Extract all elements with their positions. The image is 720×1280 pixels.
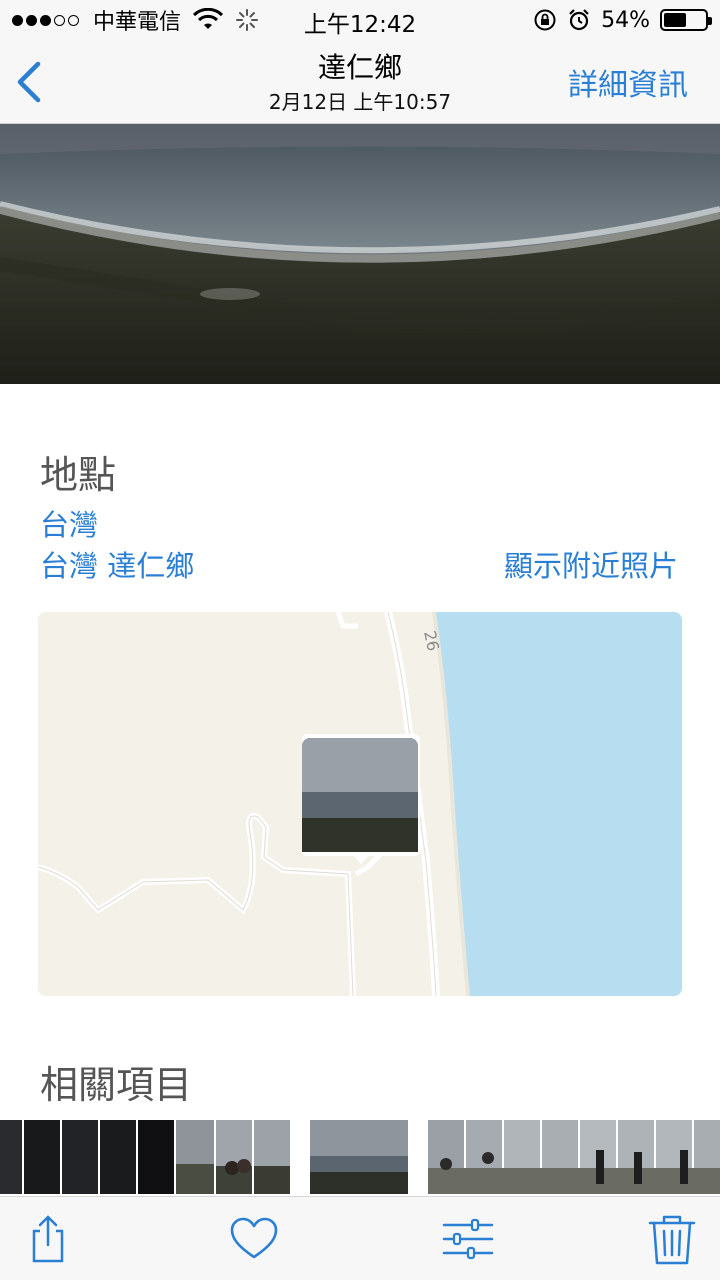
related-photos-strip[interactable] bbox=[0, 1120, 720, 1194]
photo-pin[interactable] bbox=[302, 734, 420, 864]
related-thumbnail-group-1 bbox=[0, 1120, 290, 1194]
status-bar: 中華電信 上午12:42 54% bbox=[0, 0, 720, 40]
related-thumbnail-selected bbox=[310, 1120, 408, 1194]
location-country-link[interactable]: 台灣 bbox=[40, 502, 98, 544]
battery-percent: 54% bbox=[601, 7, 650, 33]
alarm-icon bbox=[569, 9, 589, 31]
share-icon[interactable] bbox=[20, 1211, 76, 1267]
battery-icon bbox=[660, 9, 712, 31]
related-thumbnail-group-2 bbox=[428, 1120, 720, 1194]
trash-icon[interactable] bbox=[644, 1211, 700, 1267]
adjust-icon[interactable] bbox=[440, 1211, 496, 1267]
related-heading: 相關項目 bbox=[40, 1063, 193, 1107]
navigation-bar: 達仁鄉 2月12日 上午10:57 詳細資訊 bbox=[0, 40, 720, 124]
rotation-lock-icon bbox=[534, 9, 556, 31]
panorama-photo[interactable] bbox=[0, 124, 720, 384]
location-heading: 地點 bbox=[40, 453, 117, 497]
details-button[interactable]: 詳細資訊 bbox=[568, 60, 688, 104]
location-place-link[interactable]: 台灣 達仁鄉 bbox=[40, 543, 194, 585]
heart-icon[interactable] bbox=[226, 1211, 282, 1267]
bottom-toolbar bbox=[0, 1196, 720, 1280]
status-right: 54% bbox=[533, 6, 712, 34]
show-nearby-photos-link[interactable]: 顯示附近照片 bbox=[504, 543, 678, 585]
location-map[interactable]: 26 bbox=[38, 612, 682, 996]
